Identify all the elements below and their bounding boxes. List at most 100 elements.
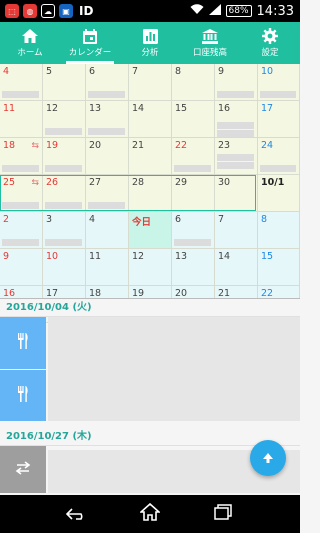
calendar-day[interactable]: 21 bbox=[129, 138, 172, 175]
calendar-day-label: 9 bbox=[218, 66, 225, 77]
calendar-event-bar bbox=[88, 128, 125, 135]
calendar-event-bar bbox=[45, 239, 82, 246]
calendar-day[interactable]: 17 bbox=[258, 101, 300, 138]
fork-knife-icon bbox=[17, 333, 29, 353]
transfer-icon: ⇆ bbox=[31, 178, 39, 188]
calendar-day[interactable]: 9 bbox=[215, 64, 258, 101]
calendar-day-today[interactable]: 今日 bbox=[129, 212, 172, 249]
calendar-day-label: 14 bbox=[218, 251, 231, 262]
calendar-day-label: 26 bbox=[46, 177, 59, 188]
calendar-week: 2 3 4 今日 6 7 8 bbox=[0, 212, 300, 249]
calendar-day[interactable]: 15 bbox=[172, 101, 215, 138]
calendar-day[interactable]: 13 bbox=[172, 249, 215, 286]
calendar-day[interactable]: 4 bbox=[86, 212, 129, 249]
calendar-day-label: 今日 bbox=[132, 217, 152, 228]
main-tab-bar: ホーム カレンダー 分析 口座残高 設定 bbox=[0, 22, 300, 64]
back-button[interactable] bbox=[62, 502, 92, 526]
calendar-day[interactable]: 13 bbox=[86, 101, 129, 138]
calendar-day[interactable]: 30 bbox=[215, 175, 258, 212]
notification-red-icon: ◍ bbox=[23, 4, 37, 18]
calendar-day-label: 22 bbox=[175, 140, 188, 151]
calendar-day-label: 28 bbox=[132, 177, 145, 188]
calendar-day[interactable]: 24 bbox=[258, 138, 300, 175]
calendar-day[interactable]: 8 bbox=[258, 212, 300, 249]
tab-home-label: ホーム bbox=[17, 48, 43, 58]
calendar-day-label: 11 bbox=[89, 251, 102, 262]
calendar-event-bar bbox=[45, 165, 82, 172]
calendar-day[interactable]: 5 bbox=[43, 64, 86, 101]
calendar-day[interactable]: 7 bbox=[129, 64, 172, 101]
calendar-day-label: 13 bbox=[89, 103, 102, 114]
calendar-day[interactable]: 27 bbox=[86, 175, 129, 212]
calendar-day[interactable]: 11 bbox=[86, 249, 129, 286]
entry-item[interactable] bbox=[0, 446, 46, 493]
calendar-day[interactable]: 29 bbox=[172, 175, 215, 212]
calendar-day[interactable]: 16 bbox=[215, 101, 258, 138]
calendar-day-label: 2 bbox=[3, 214, 10, 225]
notification-blue-icon: ▣ bbox=[59, 4, 73, 18]
calendar-event-bar bbox=[260, 165, 296, 172]
transfer-icon bbox=[15, 460, 31, 479]
battery-indicator: 68% bbox=[225, 5, 252, 17]
tab-settings[interactable]: 設定 bbox=[240, 22, 300, 64]
calendar-day[interactable]: 2 bbox=[0, 212, 43, 249]
calendar-icon bbox=[81, 28, 99, 44]
recent-apps-button[interactable] bbox=[208, 502, 238, 526]
calendar-day[interactable]: 8 bbox=[172, 64, 215, 101]
calendar-day[interactable]: 12 bbox=[43, 101, 86, 138]
calendar-day[interactable]: 10 bbox=[258, 64, 300, 101]
calendar-day[interactable]: 22 bbox=[172, 138, 215, 175]
calendar-day-label: 8 bbox=[175, 66, 182, 77]
calendar-day[interactable]: 28 bbox=[129, 175, 172, 212]
calendar-week: 25 ⇆ 26 27 28 29 30 10/1 bbox=[0, 175, 300, 212]
tab-calendar-label: カレンダー bbox=[68, 48, 112, 58]
calendar-day-label: 7 bbox=[218, 214, 225, 225]
tab-calendar[interactable]: カレンダー bbox=[60, 22, 120, 64]
calendar-day[interactable]: 3 bbox=[43, 212, 86, 249]
tab-settings-label: 設定 bbox=[261, 48, 279, 58]
tab-account-balance-label: 口座残高 bbox=[192, 48, 227, 58]
entry-item[interactable] bbox=[0, 370, 46, 421]
calendar-day[interactable]: 15 bbox=[258, 249, 300, 286]
add-entry-button[interactable] bbox=[250, 440, 286, 476]
calendar-day[interactable]: 10/1 bbox=[258, 175, 300, 212]
cloud-upload-icon: ☁ bbox=[41, 4, 55, 18]
calendar-day[interactable]: 18 ⇆ bbox=[0, 138, 43, 175]
calendar-day[interactable]: 23 bbox=[215, 138, 258, 175]
entry-item[interactable] bbox=[0, 317, 46, 369]
home-button[interactable] bbox=[135, 502, 165, 526]
calendar-event-bar bbox=[2, 165, 39, 172]
calendar-day[interactable]: 6 bbox=[172, 212, 215, 249]
calendar-event-bar bbox=[174, 165, 211, 172]
signal-icon bbox=[208, 4, 221, 18]
arrow-up-icon bbox=[262, 449, 274, 468]
tab-account-balance[interactable]: 口座残高 bbox=[180, 22, 240, 64]
calendar-day[interactable]: 6 bbox=[86, 64, 129, 101]
tab-home[interactable]: ホーム bbox=[0, 22, 60, 64]
calendar-day-label: 25 bbox=[3, 177, 16, 188]
entry-detail-panel[interactable] bbox=[48, 317, 300, 421]
calendar-week: 9 10 11 12 13 14 15 bbox=[0, 249, 300, 286]
calendar-day-label: 19 bbox=[46, 140, 59, 151]
calendar-day-label: 27 bbox=[89, 177, 102, 188]
tab-analysis[interactable]: 分析 bbox=[120, 22, 180, 64]
calendar-day[interactable]: 20 bbox=[86, 138, 129, 175]
calendar-event-bar bbox=[88, 202, 125, 209]
calendar-day-label: 11 bbox=[3, 103, 16, 114]
calendar-day[interactable]: 10 bbox=[43, 249, 86, 286]
status-time: 14:33 bbox=[256, 3, 294, 19]
calendar-day[interactable]: 19 bbox=[43, 138, 86, 175]
calendar-day[interactable]: 14 bbox=[215, 249, 258, 286]
calendar-day[interactable]: 4 bbox=[0, 64, 43, 101]
calendar-day[interactable]: 12 bbox=[129, 249, 172, 286]
calendar-week: 4 5 6 7 8 9 10 bbox=[0, 64, 300, 101]
calendar-day[interactable]: 7 bbox=[215, 212, 258, 249]
calendar-day[interactable]: 25 ⇆ bbox=[0, 175, 43, 212]
calendar-day[interactable]: 26 bbox=[43, 175, 86, 212]
calendar-day[interactable]: 11 bbox=[0, 101, 43, 138]
calendar-day[interactable]: 9 bbox=[0, 249, 43, 286]
calendar-day-label: 4 bbox=[89, 214, 96, 225]
calendar-day-label: 18 bbox=[3, 140, 16, 151]
calendar-event-bar bbox=[2, 202, 39, 209]
calendar-day[interactable]: 14 bbox=[129, 101, 172, 138]
